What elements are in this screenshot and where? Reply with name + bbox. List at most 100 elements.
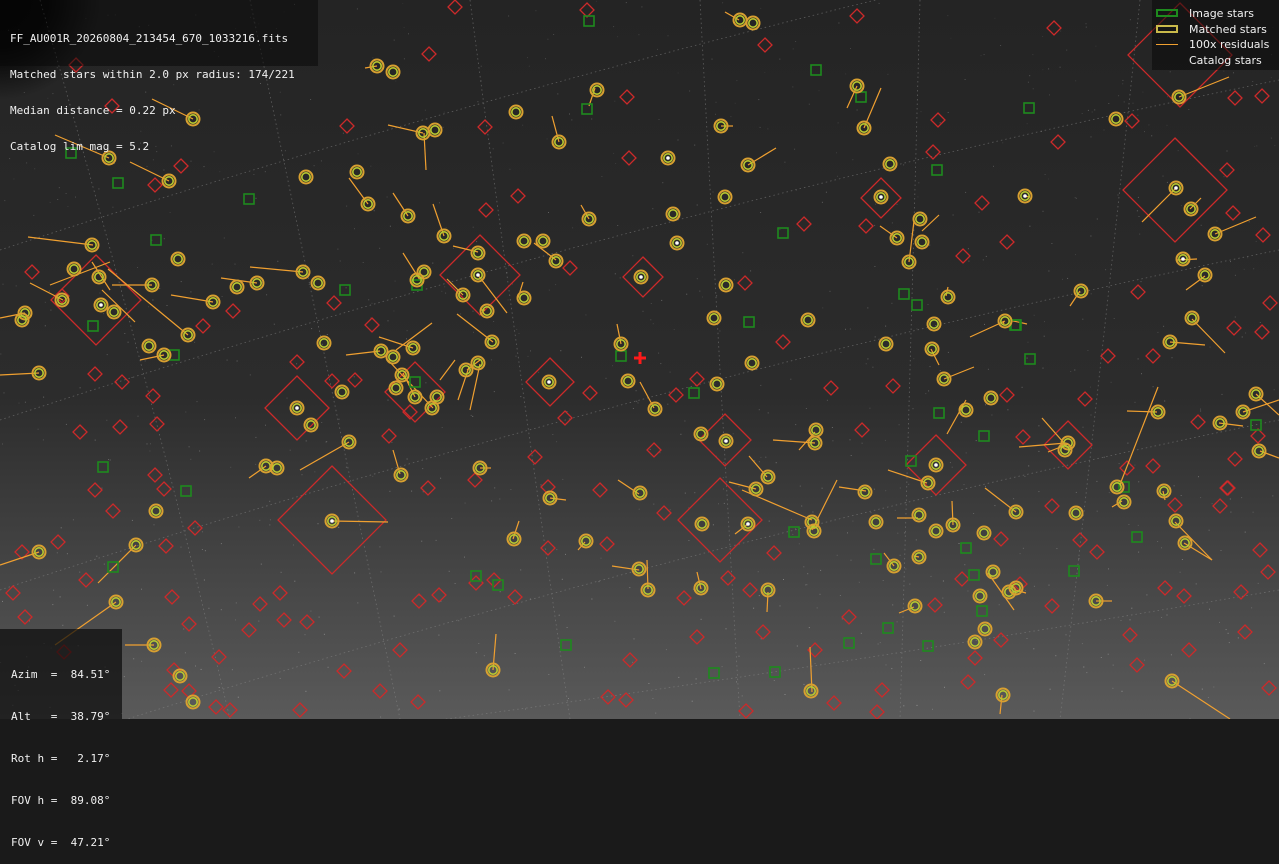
noise-speck: [65, 193, 67, 194]
noise-speck: [305, 690, 307, 692]
noise-speck: [1042, 69, 1044, 71]
noise-speck: [978, 211, 980, 213]
noise-speck: [183, 628, 185, 630]
noise-speck: [1161, 547, 1162, 549]
noise-speck: [723, 488, 724, 490]
noise-speck: [223, 237, 225, 239]
noise-speck: [296, 363, 298, 365]
noise-speck: [558, 614, 560, 616]
noise-speck: [1200, 224, 1202, 226]
noise-speck: [947, 351, 949, 353]
noise-speck: [712, 524, 714, 526]
noise-speck: [712, 191, 714, 193]
noise-speck: [190, 291, 192, 293]
noise-speck: [298, 651, 300, 653]
noise-speck: [1106, 584, 1108, 586]
noise-speck: [860, 632, 862, 634]
noise-speck: [617, 36, 619, 38]
noise-speck: [515, 355, 517, 357]
noise-speck: [395, 80, 397, 82]
noise-speck: [280, 571, 282, 573]
noise-speck: [389, 490, 391, 492]
noise-speck: [1221, 393, 1223, 395]
noise-speck: [600, 557, 602, 559]
noise-speck: [982, 259, 984, 261]
noise-speck: [1129, 19, 1131, 21]
noise-speck: [448, 570, 450, 572]
noise-speck: [518, 333, 520, 334]
noise-speck: [1162, 175, 1164, 177]
noise-speck: [725, 628, 727, 630]
noise-speck: [865, 363, 867, 365]
noise-speck: [943, 611, 945, 613]
noise-speck: [779, 58, 781, 60]
noise-speck: [294, 580, 296, 582]
noise-speck: [393, 39, 395, 41]
noise-speck: [845, 328, 846, 330]
noise-speck: [499, 591, 501, 593]
noise-speck: [572, 227, 574, 229]
noise-speck: [1038, 450, 1040, 452]
noise-speck: [1169, 71, 1171, 73]
noise-speck: [79, 387, 81, 389]
noise-speck: [259, 519, 261, 521]
noise-speck: [808, 627, 810, 629]
noise-speck: [829, 290, 831, 292]
noise-speck: [1201, 688, 1203, 690]
noise-speck: [754, 460, 756, 462]
noise-speck: [1087, 109, 1089, 111]
noise-speck: [421, 540, 423, 542]
noise-speck: [394, 280, 396, 282]
noise-speck: [371, 302, 373, 304]
noise-speck: [387, 320, 389, 322]
noise-speck: [131, 519, 133, 521]
noise-speck: [480, 65, 482, 67]
noise-speck: [1112, 687, 1114, 689]
noise-speck: [153, 524, 155, 526]
noise-speck: [1121, 690, 1123, 692]
noise-speck: [1082, 318, 1084, 320]
noise-speck: [792, 48, 794, 50]
noise-speck: [1122, 83, 1124, 85]
noise-speck: [435, 539, 437, 541]
noise-speck: [858, 581, 860, 583]
noise-speck: [614, 100, 616, 102]
noise-speck: [1270, 77, 1272, 79]
noise-speck: [878, 2, 880, 4]
noise-speck: [1081, 643, 1083, 645]
noise-speck: [1090, 293, 1092, 295]
noise-speck: [1117, 194, 1119, 196]
noise-speck: [545, 58, 546, 60]
noise-speck: [440, 477, 442, 479]
noise-speck: [1234, 316, 1236, 318]
noise-speck: [57, 199, 59, 200]
noise-speck: [694, 492, 696, 494]
noise-speck: [1026, 123, 1028, 125]
noise-speck: [226, 359, 228, 361]
noise-speck: [163, 238, 165, 240]
noise-speck: [619, 277, 621, 279]
noise-speck: [1024, 589, 1026, 591]
noise-speck: [896, 621, 898, 623]
legend-label: Matched stars: [1189, 22, 1267, 36]
noise-speck: [1090, 235, 1092, 237]
noise-speck: [649, 448, 651, 450]
noise-speck: [342, 132, 344, 134]
noise-speck: [86, 604, 88, 606]
noise-speck: [321, 422, 323, 423]
noise-speck: [625, 2, 627, 4]
noise-speck: [1243, 268, 1245, 270]
noise-speck: [1137, 524, 1139, 526]
noise-speck: [345, 466, 347, 468]
noise-speck: [1254, 145, 1256, 147]
noise-speck: [1255, 240, 1257, 242]
noise-speck: [1103, 456, 1105, 458]
noise-speck: [108, 459, 109, 460]
noise-speck: [892, 604, 894, 606]
noise-speck: [874, 266, 876, 267]
noise-speck: [443, 111, 445, 113]
noise-speck: [180, 546, 182, 548]
noise-speck: [1166, 614, 1168, 616]
noise-speck: [822, 307, 824, 309]
noise-speck: [137, 267, 138, 268]
